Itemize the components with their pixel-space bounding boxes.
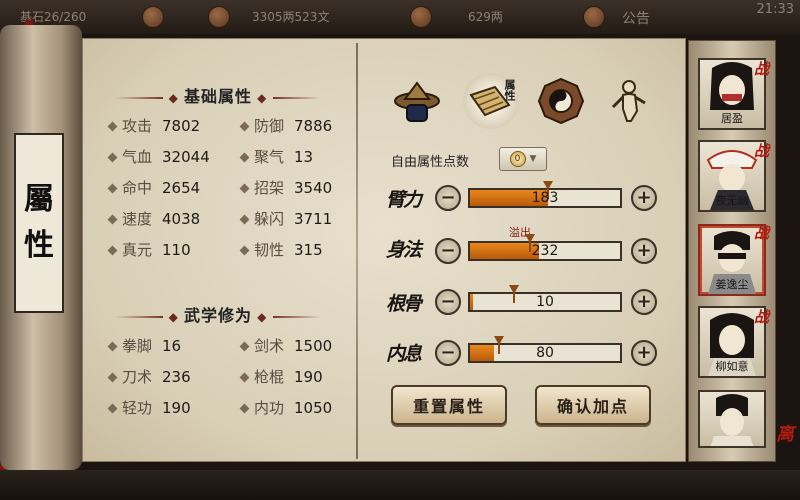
panel-divider bbox=[356, 43, 358, 459]
stat-sword: 剑术 1500 bbox=[239, 335, 332, 356]
dropdown-icon: ▼ bbox=[529, 154, 537, 164]
top-status-bar: 基石26/260 3305两523文 629两 公告 21:33 bbox=[0, 0, 800, 34]
agility-value: 232 bbox=[531, 243, 559, 259]
strength-bar: 183 bbox=[468, 181, 622, 208]
tab-equipment[interactable] bbox=[389, 73, 445, 129]
stat-defense: 防御 7886 bbox=[239, 115, 332, 136]
notice-button[interactable]: 公告 bbox=[622, 8, 650, 28]
notice-icon[interactable] bbox=[583, 6, 605, 28]
stat-hp: 气血 32044 bbox=[107, 146, 210, 167]
tab-attributes[interactable]: 属性 bbox=[463, 73, 519, 129]
inner-breath-value: 80 bbox=[536, 345, 554, 361]
constitution-minus-button[interactable]: − bbox=[435, 289, 461, 315]
roster-name-1: 居盈 bbox=[721, 112, 743, 125]
strength-marker bbox=[543, 181, 553, 199]
battle-badge-4: 战 bbox=[754, 308, 770, 326]
roster-name-2: 夜无幽 bbox=[715, 194, 749, 207]
stat-gather-qi: 聚气 13 bbox=[239, 146, 313, 167]
body-figure-icon bbox=[611, 80, 646, 122]
scroll-char-1: 屬 bbox=[24, 182, 54, 217]
constitution-value: 10 bbox=[536, 294, 554, 310]
attr-constitution-name: 根骨 bbox=[385, 293, 422, 315]
martial-heading: ◆ 武学修为 ◆ bbox=[103, 302, 333, 326]
strength-plus-button[interactable]: + bbox=[631, 185, 657, 211]
stat-fist: 拳脚 16 bbox=[107, 335, 181, 356]
stat-inner-power: 内功 1050 bbox=[239, 397, 332, 418]
scroll-char-2: 性 bbox=[24, 228, 54, 263]
stat-parry: 招架 3540 bbox=[239, 177, 332, 198]
battle-badge-1: 战 bbox=[754, 60, 770, 78]
agility-bar: 232 bbox=[468, 234, 622, 261]
bottom-bar bbox=[0, 470, 800, 500]
basic-attributes-heading: ◆ 基础属性 ◆ bbox=[103, 83, 333, 107]
free-points-selector[interactable]: 0 ▼ bbox=[499, 147, 547, 171]
roster-name-3: 姜逸尘 bbox=[715, 278, 749, 291]
strength-value: 183 bbox=[531, 190, 559, 206]
stat-toughness: 韧性 315 bbox=[239, 239, 323, 260]
tab-body[interactable] bbox=[603, 73, 659, 129]
attribute-scroll-tab[interactable]: 屬 性 bbox=[14, 133, 64, 313]
constitution-marker bbox=[509, 285, 519, 303]
attr-inner-breath-name: 内息 bbox=[385, 343, 422, 365]
inner-breath-plus-button[interactable]: + bbox=[631, 340, 657, 366]
roster-member-5[interactable] bbox=[698, 390, 766, 448]
stat-dodge: 躲闪 3711 bbox=[239, 208, 332, 229]
stat-spear: 枪棍 190 bbox=[239, 366, 323, 387]
gold-display: 629两 bbox=[468, 10, 503, 24]
agility-marker bbox=[525, 234, 535, 252]
bagua-icon bbox=[537, 77, 585, 125]
attr-tab-tag: 属性 bbox=[503, 79, 516, 101]
side-seal-icon: 离 bbox=[776, 424, 794, 445]
agility-plus-button[interactable]: + bbox=[631, 238, 657, 264]
stat-accuracy: 命中 2654 bbox=[107, 177, 200, 198]
stat-lightness: 轻功 190 bbox=[107, 397, 191, 418]
free-points-value: 0 bbox=[509, 151, 526, 167]
silver-coin-icon bbox=[142, 6, 164, 28]
attr-agility-name: 身法 bbox=[385, 239, 422, 261]
stat-speed: 速度 4038 bbox=[107, 208, 200, 229]
strength-minus-button[interactable]: − bbox=[435, 185, 461, 211]
battle-badge-2: 战 bbox=[754, 142, 770, 160]
attr-strength-name: 臂力 bbox=[385, 189, 422, 211]
agility-minus-button[interactable]: − bbox=[435, 238, 461, 264]
straw-hat-icon bbox=[394, 81, 440, 122]
copper-coin-icon bbox=[208, 6, 230, 28]
stat-attack: 攻击 7802 bbox=[107, 115, 200, 136]
roster-name-4: 柳如意 bbox=[715, 360, 749, 373]
gold-coin-icon bbox=[410, 6, 432, 28]
stat-blade: 刀术 236 bbox=[107, 366, 191, 387]
portrait-unnamed bbox=[710, 394, 754, 446]
battle-badge-3: 战 bbox=[754, 224, 770, 242]
clock: 21:33 bbox=[756, 2, 794, 17]
constitution-plus-button[interactable]: + bbox=[631, 289, 657, 315]
confirm-points-button[interactable]: 确认加点 bbox=[535, 385, 651, 425]
inner-breath-minus-button[interactable]: − bbox=[435, 340, 461, 366]
inner-breath-bar: 80 bbox=[468, 336, 622, 363]
free-points-label: 自由属性点数 bbox=[391, 155, 470, 170]
constitution-bar: 10 bbox=[468, 285, 622, 312]
attribute-panel: ◆ 基础属性 ◆ 攻击 7802 防御 7886 气血 32044 聚气 13 命中 26… bbox=[82, 38, 686, 462]
inner-breath-marker bbox=[494, 336, 504, 354]
reset-attributes-button[interactable]: 重置属性 bbox=[391, 385, 507, 425]
stat-true-essence: 真元 110 bbox=[107, 239, 191, 260]
money-display: 3305两523文 bbox=[252, 10, 330, 24]
tab-meridians[interactable] bbox=[533, 73, 589, 129]
